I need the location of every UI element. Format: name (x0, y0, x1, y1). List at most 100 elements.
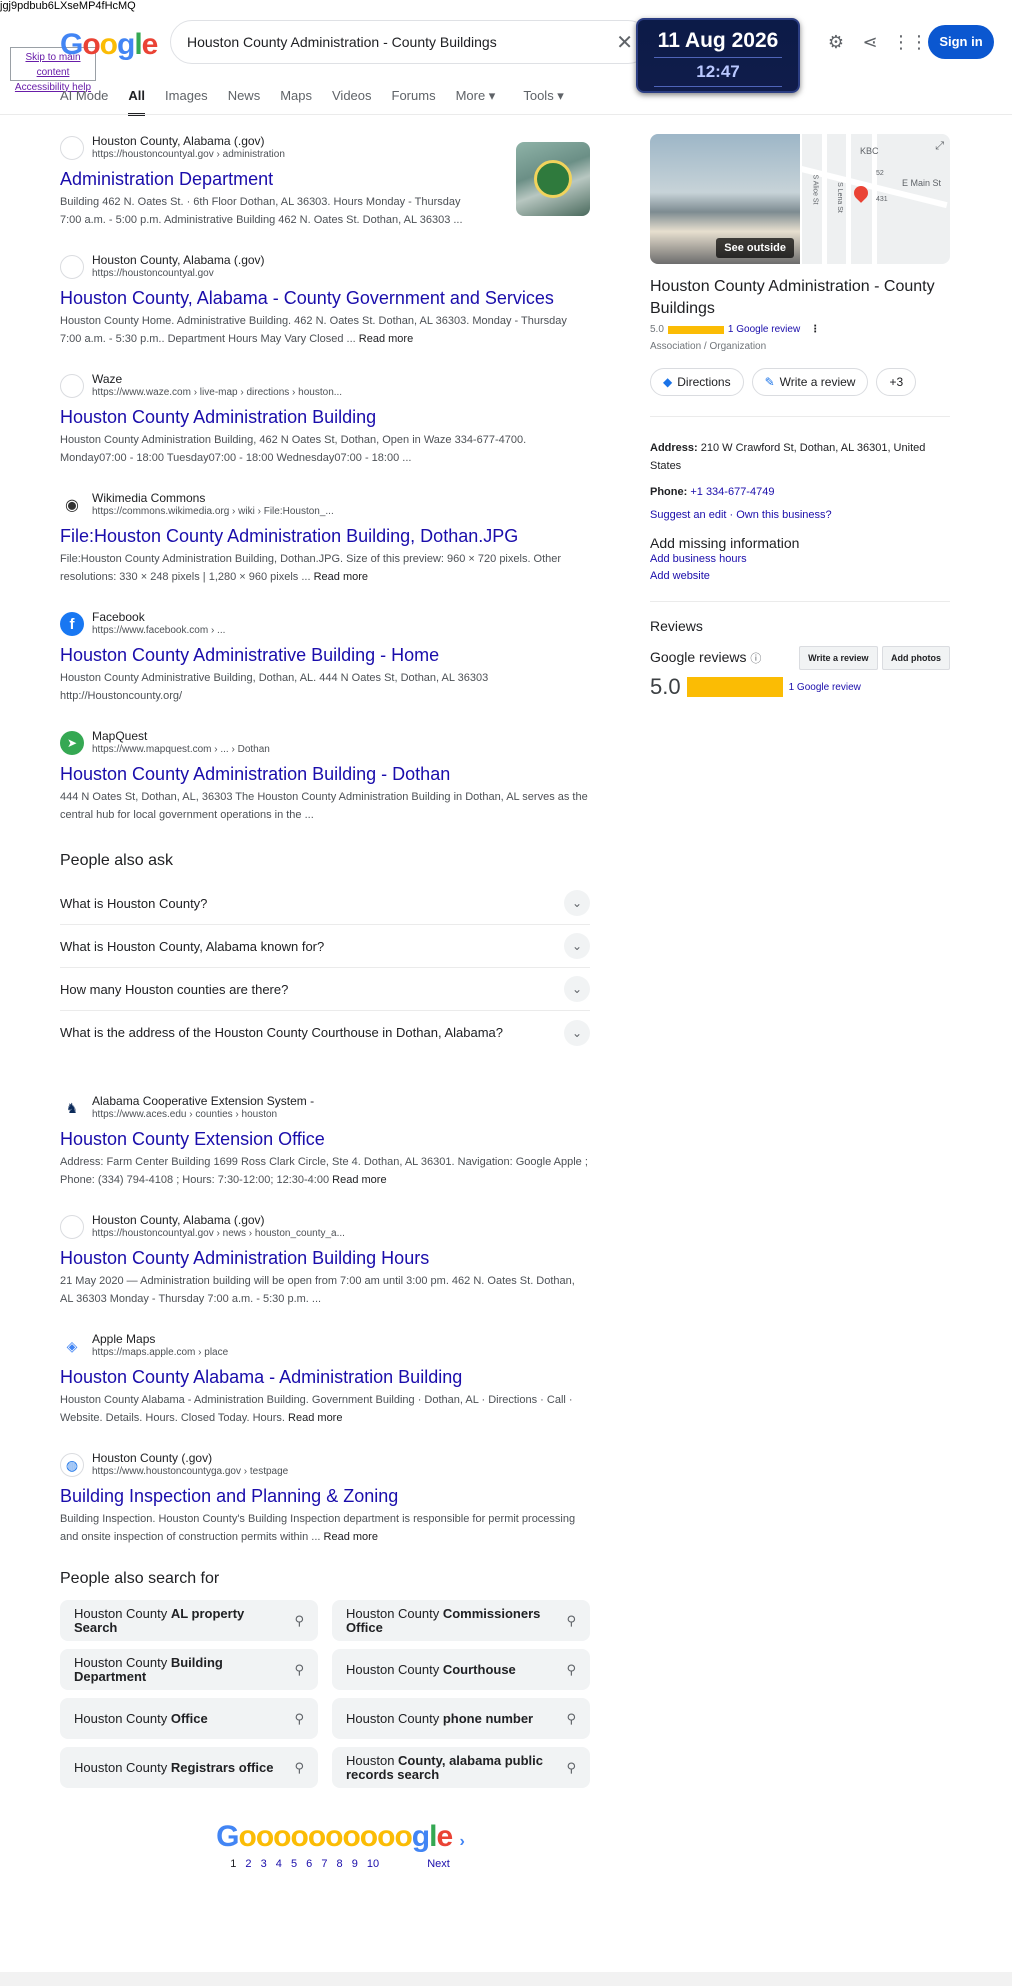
page-9[interactable]: 9 (352, 1858, 358, 1870)
page-1[interactable]: 1 (230, 1858, 236, 1870)
result-url[interactable]: https://www.mapquest.com › ... › Dothan (92, 743, 270, 757)
tab-more[interactable]: More ▾ (456, 88, 496, 116)
related-search-chip[interactable]: Houston County Registrars office ⚲ (60, 1747, 318, 1788)
page-5[interactable]: 5 (291, 1858, 297, 1870)
search-query[interactable]: Houston County Administration - County B… (187, 34, 608, 50)
review-count-link[interactable]: 1 Google review (789, 682, 861, 693)
chevron-down-icon[interactable]: ⌄ (564, 1019, 590, 1046)
page-3[interactable]: 3 (261, 1858, 267, 1870)
add-photos-button[interactable]: Add photos (882, 646, 950, 670)
result-url[interactable]: https://www.waze.com › live-map › direct… (92, 386, 342, 400)
tab-images[interactable]: Images (165, 88, 208, 116)
related-search-chip[interactable]: Houston County Building Department ⚲ (60, 1649, 318, 1690)
read-more-link[interactable]: Read more (288, 1412, 342, 1424)
chevron-down-icon[interactable]: ⌄ (564, 890, 590, 916)
page-10[interactable]: 10 (367, 1858, 379, 1870)
tab-forums[interactable]: Forums (392, 88, 436, 116)
related-search-chip[interactable]: Houston County Commissioners Office ⚲ (332, 1600, 590, 1641)
result-url[interactable]: https://houstoncountyal.gov (92, 267, 265, 281)
search-input[interactable]: Houston County Administration - County B… (170, 20, 650, 64)
tab-maps[interactable]: Maps (280, 88, 312, 116)
related-search-chip[interactable]: Houston County Office ⚲ (60, 1698, 318, 1739)
search-icon: ⚲ (294, 1710, 304, 1726)
search-icon: ⚲ (566, 1661, 576, 1677)
result-title-link[interactable]: Houston County Administration Building H… (60, 1246, 590, 1270)
reviews-title: Reviews (650, 601, 950, 634)
result-title-link[interactable]: Houston County Extension Office (60, 1127, 590, 1151)
tab-tools[interactable]: Tools ▾ (523, 88, 564, 116)
tab-all[interactable]: All (128, 88, 146, 116)
page-6[interactable]: 6 (306, 1858, 312, 1870)
building-photo[interactable]: See outside (650, 134, 800, 264)
paa-question[interactable]: What is Houston County, Alabama known fo… (60, 925, 590, 968)
result-title-link[interactable]: Houston County Administrative Building -… (60, 643, 590, 667)
write-review-button[interactable]: ✎ Write a review (751, 368, 869, 396)
page-8[interactable]: 8 (337, 1858, 343, 1870)
phone-label: Phone: (650, 486, 688, 498)
review-link[interactable]: 1 Google review (728, 324, 800, 335)
result-url[interactable]: https://www.facebook.com › ... (92, 624, 225, 638)
directions-button[interactable]: ◆ Directions (650, 368, 744, 396)
next-page-link[interactable]: Next (427, 1858, 450, 1870)
result-url[interactable]: https://www.houstoncountyga.gov › testpa… (92, 1465, 288, 1479)
read-more-link[interactable]: Read more (314, 571, 368, 583)
result-url[interactable]: https://commons.wikimedia.org › wiki › F… (92, 505, 334, 519)
related-search-chip[interactable]: Houston County Courthouse ⚲ (332, 1649, 590, 1690)
paa-question[interactable]: How many Houston counties are there? ⌄ (60, 968, 590, 1011)
add-hours-link[interactable]: Add business hours (650, 551, 950, 568)
own-business-link[interactable]: Own this business? (736, 509, 831, 521)
tab-news[interactable]: News (228, 88, 261, 116)
phone-link[interactable]: +1 334-677-4749 (690, 486, 774, 498)
related-search-chip[interactable]: Houston County AL property Search ⚲ (60, 1600, 318, 1641)
result-snippet: Building Inspection. Houston County's Bu… (60, 1510, 590, 1546)
result-url[interactable]: https://www.aces.edu › counties › housto… (92, 1108, 314, 1122)
search-result: ◈ Apple Maps https://maps.apple.com › pl… (60, 1332, 590, 1427)
tab-videos[interactable]: Videos (332, 88, 372, 116)
chevron-down-icon[interactable]: ⌄ (564, 933, 590, 959)
result-url[interactable]: https://houstoncountyal.gov › news › hou… (92, 1227, 345, 1241)
result-title-link[interactable]: Building Inspection and Planning & Zonin… (60, 1484, 590, 1508)
related-search-chip[interactable]: Houston County phone number ⚲ (332, 1698, 590, 1739)
result-url[interactable]: https://houstoncountyal.gov › administra… (92, 148, 285, 162)
page-7[interactable]: 7 (321, 1858, 327, 1870)
related-search-chip[interactable]: Houston County, alabama public records s… (332, 1747, 590, 1788)
result-title-link[interactable]: Houston County, Alabama - County Governm… (60, 286, 590, 310)
tab-ai-mode[interactable]: AI Mode (60, 88, 108, 116)
info-icon[interactable]: ⓘ (750, 653, 761, 665)
read-more-link[interactable]: Read more (332, 1174, 386, 1186)
kp-phone: Phone: +1 334-677-4749 (650, 483, 950, 501)
result-thumbnail[interactable] (516, 142, 590, 216)
add-website-link[interactable]: Add website (650, 568, 950, 585)
page-2[interactable]: 2 (245, 1858, 251, 1870)
result-title-link[interactable]: Administration Department (60, 167, 590, 191)
chip-bold-text: Office (170, 1710, 208, 1726)
sign-in-button[interactable]: Sign in (928, 25, 994, 59)
expand-icon[interactable]: ⤢ (935, 140, 944, 153)
read-more-link[interactable]: Read more (324, 1531, 378, 1543)
search-result: ♞ Alabama Cooperative Extension System -… (60, 1094, 590, 1189)
result-title-link[interactable]: File:Houston County Administration Build… (60, 524, 590, 548)
write-review-small-button[interactable]: Write a review (799, 646, 878, 670)
chevron-down-icon[interactable]: ⌄ (564, 976, 590, 1002)
share-icon[interactable]: ⋖ (858, 30, 882, 54)
result-title-link[interactable]: Houston County Alabama - Administration … (60, 1365, 590, 1389)
suggest-edit-link[interactable]: Suggest an edit (650, 509, 726, 521)
result-site: Waze (92, 372, 123, 386)
more-actions-button[interactable]: +3 (876, 368, 917, 396)
google-logo[interactable]: Google (60, 28, 158, 62)
result-title-link[interactable]: Houston County Administration Building (60, 405, 590, 429)
result-url[interactable]: https://maps.apple.com › place (92, 1346, 228, 1360)
clear-icon[interactable]: ✕ (616, 30, 633, 55)
read-more-link[interactable]: Read more (359, 333, 413, 345)
map-thumbnail[interactable]: KBC E Main St S Alice St S Lena St 52 43… (800, 134, 950, 264)
paa-question[interactable]: What is the address of the Houston Count… (60, 1011, 590, 1054)
paa-question[interactable]: What is Houston County? ⌄ (60, 882, 590, 925)
result-title-link[interactable]: Houston County Administration Building -… (60, 762, 590, 786)
gear-icon[interactable]: ⚙ (824, 30, 848, 54)
see-outside-button[interactable]: See outside (716, 238, 794, 258)
more-vert-icon[interactable]: ⋮ (810, 324, 820, 335)
chevron-right-icon[interactable]: › (459, 1833, 464, 1850)
page-4[interactable]: 4 (276, 1858, 282, 1870)
apps-grid-icon[interactable]: ⋮⋮ (892, 30, 928, 54)
chip-bold-text: Courthouse (442, 1661, 516, 1677)
